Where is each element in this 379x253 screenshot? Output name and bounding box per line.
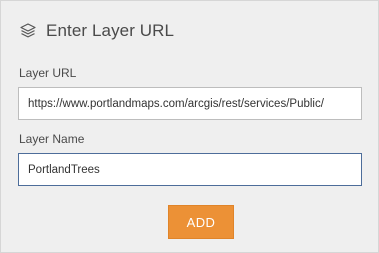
- enter-layer-url-panel: Enter Layer URL Layer URL Layer Name ADD: [0, 0, 379, 253]
- layer-name-input[interactable]: [18, 153, 362, 186]
- layer-url-label: Layer URL: [19, 66, 77, 80]
- layer-name-label: Layer Name: [19, 132, 85, 146]
- add-button[interactable]: ADD: [168, 205, 234, 239]
- panel-title: Enter Layer URL: [46, 21, 175, 40]
- layer-url-input[interactable]: [18, 87, 362, 120]
- layers-icon: [19, 22, 37, 40]
- panel-header: Enter Layer URL: [19, 19, 174, 43]
